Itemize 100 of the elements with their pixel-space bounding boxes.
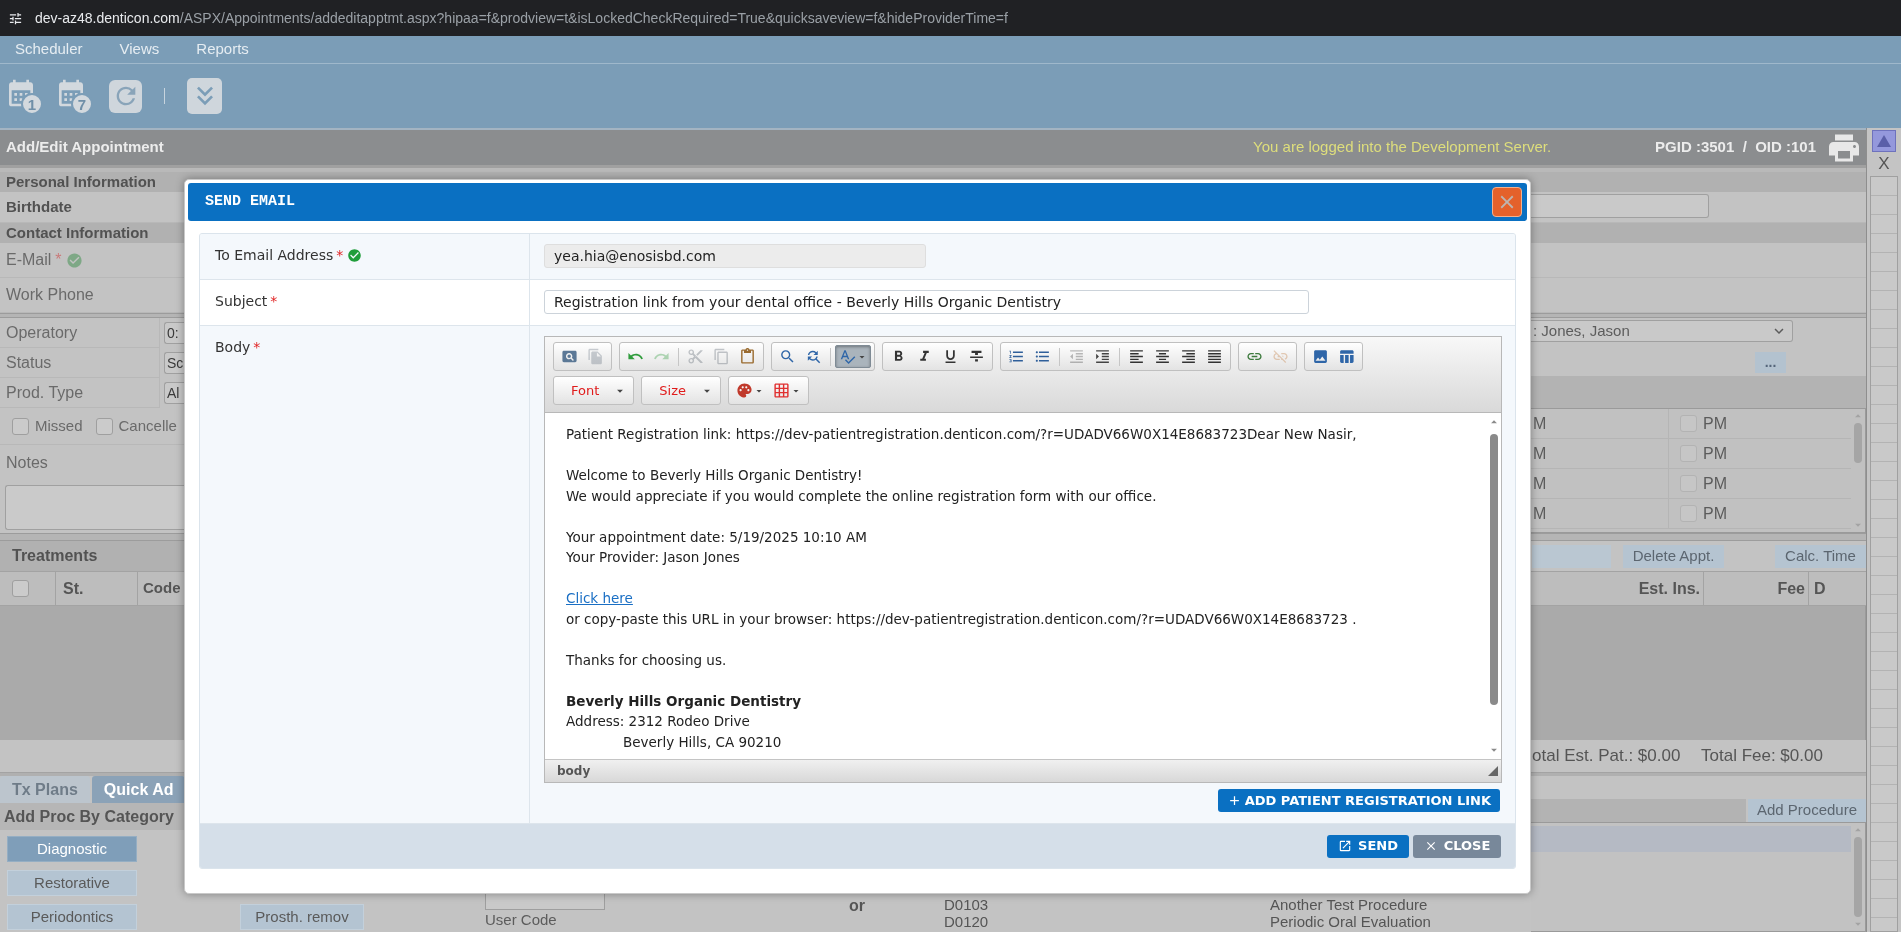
menu-item[interactable]: Views	[119, 38, 160, 61]
search-icon	[779, 348, 796, 365]
section-header: Contact Information	[0, 223, 184, 243]
more-button[interactable]: ...	[1755, 351, 1786, 373]
align-right-icon	[1180, 348, 1197, 365]
scrollbar-thumb[interactable]	[1490, 434, 1498, 705]
add-registration-link-button[interactable]: ADD PATIENT REGISTRATION LINK	[1217, 789, 1500, 812]
notes-field[interactable]	[5, 485, 184, 530]
procedure-code[interactable]: D0103	[944, 896, 1270, 913]
resize-grip-icon[interactable]	[1488, 766, 1498, 776]
time-cell-text: M	[1533, 503, 1547, 524]
column-header: Fee	[1777, 578, 1805, 599]
scissors-icon	[687, 348, 704, 365]
procedure-description[interactable]: Another Test Procedure	[1270, 896, 1428, 913]
calendar-button[interactable]: 7	[55, 77, 93, 115]
category-button[interactable]: Prosth. remov	[240, 904, 364, 930]
category-button[interactable]: Restorative	[7, 870, 137, 896]
day-badge: 1	[21, 93, 43, 115]
subject-field[interactable]: Registration link from your dental office - Beverly Hills Organic Dentistry	[544, 290, 1309, 314]
checkbox[interactable]	[12, 417, 29, 435]
procedure-description[interactable]: Periodic Oral Evaluation	[1270, 913, 1431, 930]
field-label: Subject	[215, 293, 268, 310]
grid-icon	[772, 382, 790, 399]
day-badge: 7	[71, 93, 93, 115]
column-header: Code	[143, 578, 181, 599]
time-cell-text: PM	[1703, 413, 1727, 434]
total-text: otal Est. Pat.: $0.00	[1532, 746, 1681, 766]
email-body-line: Address: 2312 Rodeo Drive	[566, 712, 750, 731]
email-body-line: Thanks for choosing us.	[566, 650, 727, 670]
procedure-code[interactable]: D0120	[944, 913, 1270, 930]
email-body-line: Your appointment date: 5/19/2025 10:10 AM	[566, 527, 867, 547]
menu-item[interactable]: Reports	[196, 38, 249, 61]
checkbox[interactable]	[12, 580, 29, 597]
time-cell-text: M	[1533, 413, 1547, 434]
field-label: Body	[215, 339, 251, 356]
practice-ids: PGID :3501 / OID :101	[1655, 137, 1816, 158]
bulleted-list-icon	[1034, 348, 1051, 365]
time-cell-text: PM	[1703, 443, 1727, 464]
field-label: To Email Address	[215, 247, 334, 264]
close-dialog-button[interactable]: CLOSE	[1413, 834, 1501, 858]
url-text[interactable]: dev-az48.denticon.com/ASPX/Appointments/addeditapptmt.aspx?hipaa=f&prodview=t&isLockedCheckRequired=True&quicksaveview=f&hideProviderTime=f	[35, 7, 1008, 29]
palette-icon	[735, 382, 753, 399]
total-text: Total Fee: $0.00	[1701, 745, 1823, 768]
email-body-line: Welcome to Beverly Hills Organic Dentistry!	[566, 466, 863, 485]
time-cell-text: M	[1533, 443, 1547, 464]
email-body-line: Patient Registration link: https://dev-patientregistration.denticon.com/?r=UDADV66W0X14E8683723Dear New Nasir,	[566, 425, 1357, 444]
column-header: Est. Ins.	[1638, 578, 1700, 599]
time-cell-text: PM	[1703, 473, 1727, 494]
triangle-up-icon	[1877, 135, 1891, 147]
unlink-icon	[1272, 348, 1289, 365]
category-button[interactable]: Diagnostic	[7, 836, 137, 862]
field-label: E-Mail	[6, 250, 52, 270]
scrollbar-thumb[interactable]	[1854, 837, 1862, 917]
column-header: St.	[63, 578, 84, 599]
dialog-title: SEND EMAIL	[205, 191, 295, 212]
click-here-link[interactable]: Click here	[566, 590, 633, 606]
email-field: yea.hia@enosisbd.com	[544, 244, 926, 268]
email-body-line: Beverly Hills, CA 90210	[623, 732, 782, 752]
select-field[interactable]: 0:	[164, 322, 184, 344]
tab[interactable]: Tx Plans	[0, 776, 90, 803]
add-procedure-button[interactable]: Add Procedure	[1748, 799, 1866, 822]
tab[interactable]: Quick Ad	[91, 776, 186, 803]
table-icon	[1338, 348, 1355, 365]
field-label: Work Phone	[6, 285, 94, 305]
date-field[interactable]	[1531, 194, 1709, 218]
image-icon	[1312, 348, 1329, 365]
scroll-up-button[interactable]	[1872, 130, 1896, 152]
select-field[interactable]: Sc	[164, 352, 184, 374]
section-header: Personal Information	[0, 172, 184, 192]
office-name: Beverly Hills Organic Dentistry	[566, 691, 801, 711]
menu-item[interactable]: Scheduler	[15, 38, 83, 61]
column-header: D	[1814, 578, 1826, 599]
panel-close-x[interactable]: X	[1878, 154, 1890, 174]
select-field[interactable]: Al	[164, 382, 184, 404]
server-notice: You are logged into the Development Server.	[1253, 137, 1552, 158]
category-button[interactable]: Periodontics	[7, 904, 137, 930]
refresh-button[interactable]	[109, 79, 142, 113]
field-label: Status	[0, 348, 160, 378]
site-settings-icon[interactable]	[8, 10, 23, 26]
dropdown[interactable]: Size	[645, 378, 717, 403]
collapse-button[interactable]	[187, 78, 222, 114]
element-path[interactable]: body	[557, 762, 591, 780]
field-label: Operatory	[0, 318, 160, 348]
spellcheck-icon	[838, 348, 856, 365]
scrollbar-thumb[interactable]	[1854, 423, 1862, 463]
page-title: Add/Edit Appointment	[6, 137, 164, 158]
calendar-button[interactable]: 1	[5, 77, 43, 115]
outdent-icon	[1068, 348, 1085, 365]
dialog-close-button[interactable]	[1492, 187, 1522, 217]
action-button[interactable]: Delete Appt.	[1623, 544, 1724, 568]
field-label: Notes	[6, 452, 48, 473]
email-body-line: We would appreciate if you would complete the online registration form with our office.	[566, 486, 1157, 506]
field-label: Birthdate	[6, 196, 72, 217]
action-button[interactable]: Calc. Time	[1775, 544, 1866, 568]
field-label: User Code	[485, 911, 557, 929]
dropdown[interactable]: Font	[557, 378, 631, 403]
provider-dropdown[interactable]: : Jones, Jason	[1531, 320, 1793, 342]
send-button[interactable]: SEND	[1327, 834, 1409, 858]
align-center-icon	[1154, 348, 1171, 365]
checkbox[interactable]	[95, 417, 113, 435]
